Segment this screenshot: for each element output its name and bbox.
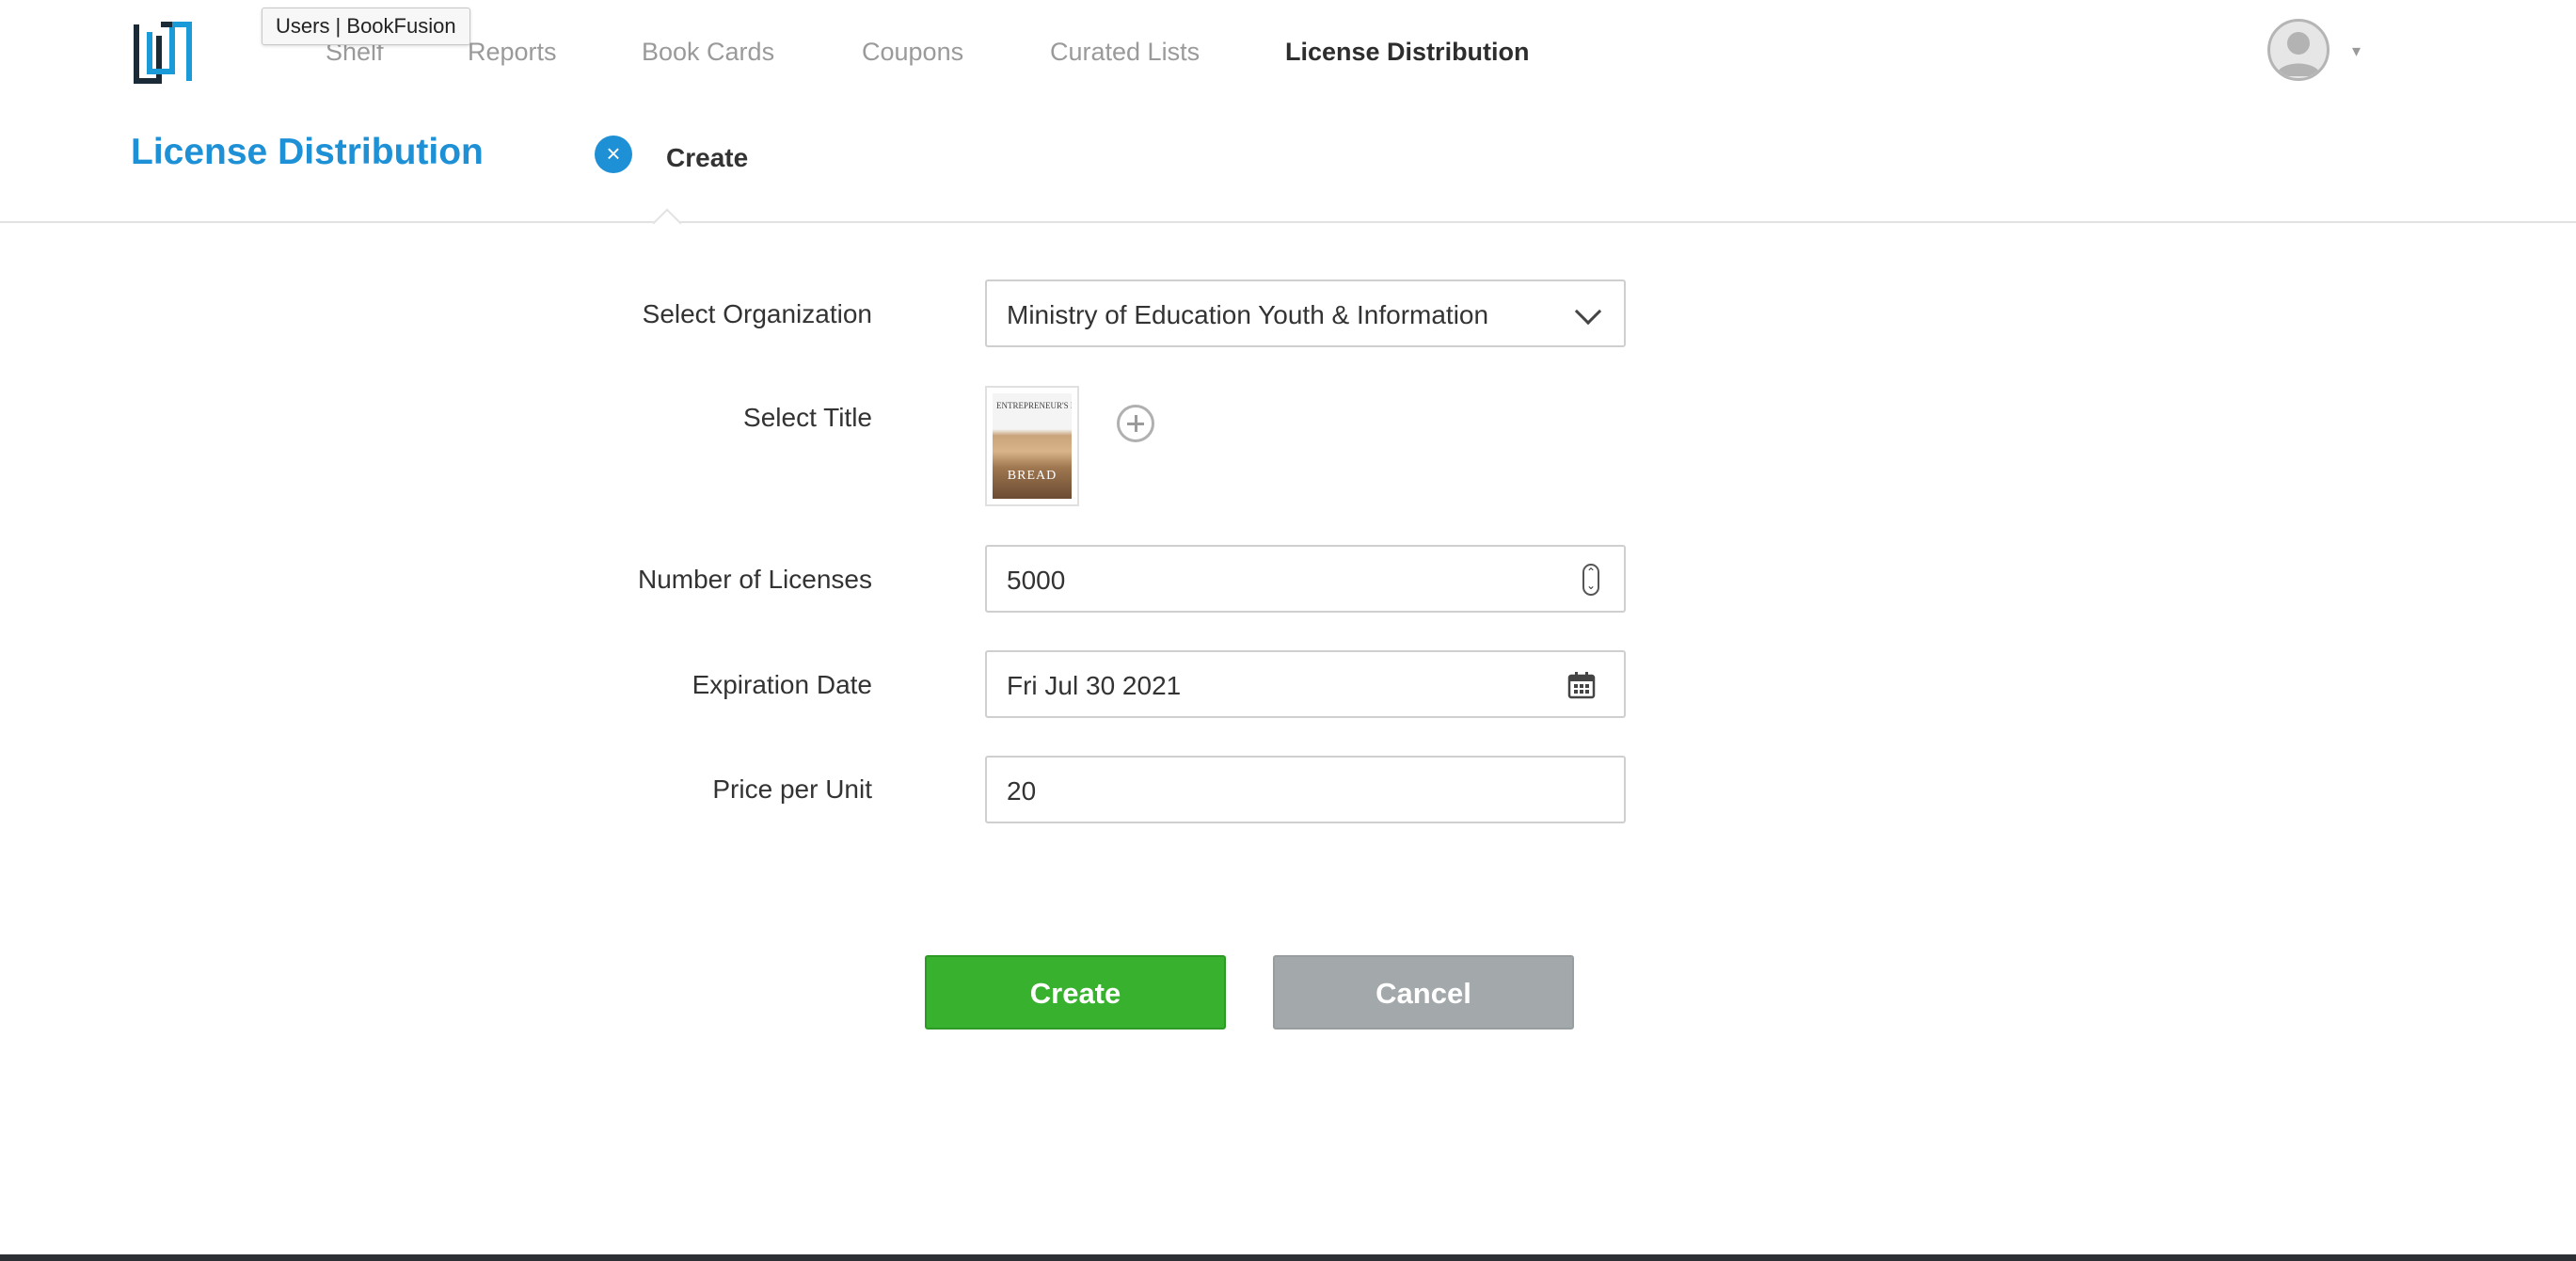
- expiration-date-input[interactable]: Fri Jul 30 2021: [985, 650, 1626, 718]
- nav-item-license-distribution[interactable]: License Distribution: [1285, 38, 1530, 67]
- user-menu-caret-icon[interactable]: ▾: [2352, 41, 2361, 61]
- calendar-icon[interactable]: [1567, 671, 1596, 699]
- avatar-icon[interactable]: [2267, 19, 2330, 81]
- price-value: 20: [1007, 776, 1037, 806]
- tooltip: Users | BookFusion: [262, 8, 470, 45]
- licenses-input[interactable]: 5000 ⌃ ⌄: [985, 545, 1626, 613]
- organization-select[interactable]: Ministry of Education Youth & Informatio…: [985, 279, 1626, 347]
- price-input[interactable]: 20: [985, 756, 1626, 823]
- footer-bar: [0, 1254, 2576, 1261]
- create-button[interactable]: Create: [925, 955, 1226, 1030]
- bookfusion-logo-icon[interactable]: [131, 19, 195, 88]
- page-title: License Distribution: [131, 132, 484, 172]
- add-title-icon[interactable]: [1117, 405, 1154, 442]
- book-cover-thumbnail[interactable]: ENTREPRENEUR'S LIBRARY BREAD: [985, 386, 1079, 506]
- spinner-icon[interactable]: ⌃ ⌄: [1582, 564, 1599, 596]
- nav-item-curated-lists[interactable]: Curated Lists: [1050, 38, 1200, 67]
- expiration-value: Fri Jul 30 2021: [1007, 671, 1182, 700]
- book-cover-band: BREAD: [1007, 469, 1057, 483]
- nav-item-coupons[interactable]: Coupons: [862, 38, 963, 67]
- licenses-value: 5000: [1007, 566, 1066, 595]
- nav-item-book-cards[interactable]: Book Cards: [642, 38, 774, 67]
- top-navigation: Shelf Reports Book Cards Coupons Curated…: [0, 0, 2576, 111]
- title-label: Select Title: [743, 403, 872, 432]
- chevron-down-icon: [1574, 297, 1602, 326]
- cancel-button[interactable]: Cancel: [1273, 955, 1574, 1030]
- close-icon[interactable]: ×: [595, 136, 632, 173]
- organization-value: Ministry of Education Youth & Informatio…: [1007, 300, 1489, 329]
- breadcrumb: Create: [666, 143, 749, 172]
- licenses-label: Number of Licenses: [637, 565, 872, 594]
- expiration-label: Expiration Date: [692, 670, 872, 699]
- nav-item-reports[interactable]: Reports: [468, 38, 557, 67]
- organization-label: Select Organization: [642, 299, 872, 328]
- page-header: License Distribution × Create: [0, 111, 2576, 223]
- price-label: Price per Unit: [712, 774, 872, 804]
- book-cover-text: ENTREPRENEUR'S LIBRARY: [996, 401, 1072, 410]
